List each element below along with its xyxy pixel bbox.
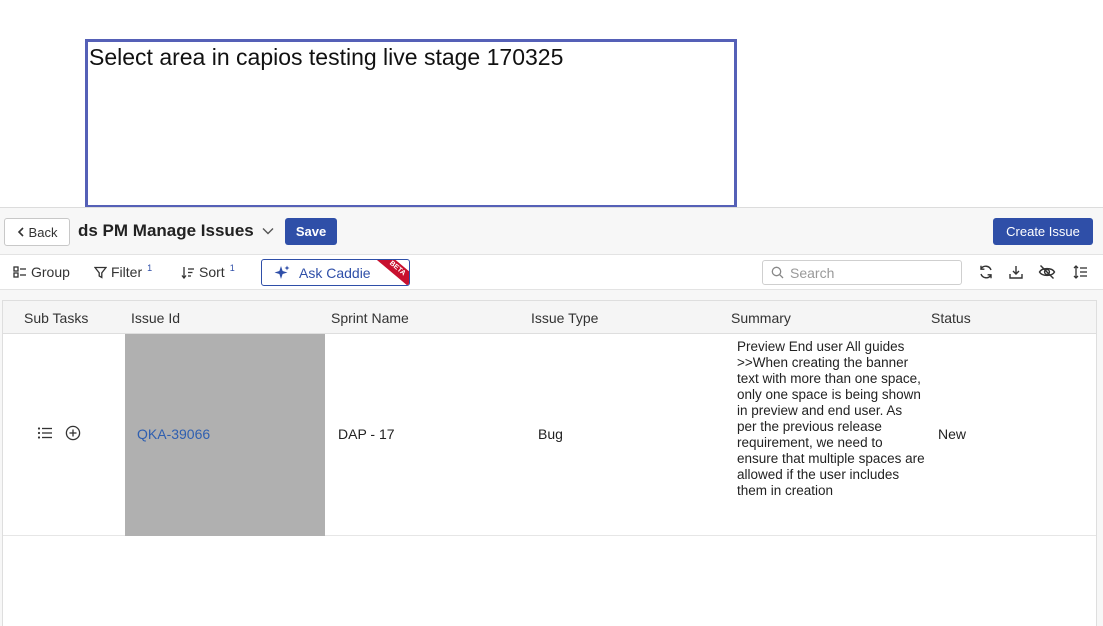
manage-issues-app: Back ds PM Manage Issues Save Create Iss…: [0, 207, 1103, 626]
column-header-status[interactable]: Status: [931, 310, 971, 326]
save-button[interactable]: Save: [285, 218, 337, 245]
filter-label: Filter: [111, 264, 143, 280]
header-bar: Back ds PM Manage Issues Save Create Iss…: [0, 208, 1103, 255]
beta-badge: BETA: [373, 260, 409, 285]
eye-off-icon[interactable]: [1038, 263, 1056, 281]
download-icon[interactable]: [1007, 263, 1025, 281]
area-selection-box[interactable]: Select area in capios testing live stage…: [85, 39, 737, 208]
column-header-sprint-name[interactable]: Sprint Name: [331, 310, 409, 326]
table-header: Sub Tasks Issue Id Sprint Name Issue Typ…: [3, 301, 1096, 334]
issue-id-cell: QKA-39066: [125, 334, 325, 536]
column-header-sub-tasks[interactable]: Sub Tasks: [24, 310, 88, 326]
search-input[interactable]: [790, 264, 950, 281]
filter-button[interactable]: Filter 1: [94, 263, 153, 280]
list-icon[interactable]: [37, 426, 53, 440]
sort-count-badge: 1: [229, 263, 235, 273]
search-icon: [771, 266, 784, 279]
toolbar: Group Filter 1 Sort 1 Ask Caddie BETA: [0, 255, 1103, 290]
column-header-issue-id[interactable]: Issue Id: [131, 310, 180, 326]
filter-icon: [94, 266, 107, 279]
selection-label: Select area in capios testing live stage…: [89, 44, 564, 70]
issue-id-link[interactable]: QKA-39066: [137, 426, 210, 442]
ask-caddie-button[interactable]: Ask Caddie BETA: [261, 259, 410, 286]
status-cell: New: [938, 426, 967, 442]
chevron-down-icon: [262, 228, 274, 235]
ask-caddie-label: Ask Caddie: [299, 264, 371, 281]
sub-tasks-cell: [37, 425, 81, 441]
column-header-summary[interactable]: Summary: [731, 310, 791, 326]
issue-type-cell: Bug: [538, 426, 563, 442]
filter-count-badge: 1: [147, 263, 153, 273]
add-subtask-icon[interactable]: [65, 425, 81, 441]
search-box[interactable]: [762, 260, 962, 285]
group-icon: [13, 266, 26, 278]
back-button[interactable]: Back: [4, 218, 70, 246]
sort-button[interactable]: Sort 1: [181, 263, 235, 280]
page-title: ds PM Manage Issues: [78, 221, 254, 240]
view-selector[interactable]: ds PM Manage Issues: [78, 221, 274, 241]
refresh-icon[interactable]: [977, 263, 995, 281]
sort-label: Sort: [199, 264, 225, 280]
sprint-name-cell: DAP - 17: [338, 426, 395, 442]
issues-table: Sub Tasks Issue Id Sprint Name Issue Typ…: [2, 300, 1097, 626]
group-button[interactable]: Group: [13, 264, 70, 280]
table-row[interactable]: QKA-39066 DAP - 17 Bug Preview End user …: [3, 334, 1096, 536]
create-issue-button[interactable]: Create Issue: [993, 218, 1093, 245]
chevron-left-icon: [17, 227, 24, 237]
row-height-icon[interactable]: [1071, 263, 1089, 281]
sparkle-icon: [274, 265, 290, 279]
back-label: Back: [28, 224, 58, 240]
summary-cell: Preview End user All guides >>When creat…: [737, 339, 925, 498]
group-label: Group: [31, 264, 70, 280]
column-header-issue-type[interactable]: Issue Type: [531, 310, 598, 326]
sort-icon: [181, 266, 194, 279]
